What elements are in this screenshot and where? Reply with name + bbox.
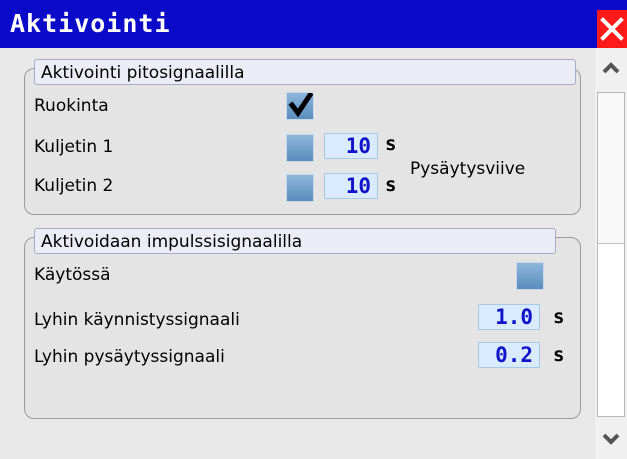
- vertical-scrollbar[interactable]: [595, 48, 627, 459]
- content-area: Aktivointi pitosignaalilla Ruokinta Kulj…: [0, 48, 595, 459]
- impulse-signal-group-title: Aktivoidaan impulssisignaalilla: [34, 228, 556, 254]
- conveyor1-unit: s: [385, 133, 397, 155]
- min-start-signal-value[interactable]: 1.0: [478, 304, 540, 330]
- scroll-down-button[interactable]: [595, 419, 627, 459]
- min-stop-signal-unit: s: [553, 344, 565, 366]
- hold-signal-group-title: Aktivointi pitosignaalilla: [34, 59, 576, 85]
- feeding-label: Ruokinta: [34, 96, 109, 116]
- conveyor1-delay-value[interactable]: 10: [324, 133, 378, 159]
- conveyor1-label: Kuljetin 1: [34, 137, 114, 157]
- conveyor2-unit: s: [385, 174, 397, 196]
- window-title: Aktivointi: [10, 9, 171, 38]
- min-stop-signal-label: Lyhin pysäytyssignaali: [34, 347, 225, 367]
- conveyor1-checkbox[interactable]: [286, 134, 314, 162]
- min-start-signal-unit: s: [553, 306, 565, 328]
- scroll-up-button[interactable]: [595, 48, 627, 88]
- title-bar: Aktivointi: [0, 0, 627, 48]
- feeding-checkbox[interactable]: [286, 92, 314, 120]
- min-start-signal-label: Lyhin käynnistyssignaali: [34, 310, 240, 330]
- enabled-label: Käytössä: [34, 265, 111, 285]
- scroll-thumb[interactable]: [598, 93, 624, 244]
- chevron-down-icon: [602, 433, 620, 445]
- close-button[interactable]: [597, 10, 627, 48]
- conveyor2-delay-value[interactable]: 10: [324, 173, 378, 199]
- enabled-checkbox[interactable]: [516, 262, 544, 290]
- stop-delay-label: Pysäytysviive: [410, 159, 526, 179]
- scroll-track[interactable]: [597, 92, 625, 417]
- conveyor2-label: Kuljetin 2: [34, 176, 114, 196]
- checkmark-icon: [288, 93, 313, 118]
- chevron-up-icon: [602, 62, 620, 74]
- conveyor2-checkbox[interactable]: [286, 174, 314, 202]
- min-stop-signal-value[interactable]: 0.2: [478, 342, 540, 368]
- close-icon: [600, 17, 624, 41]
